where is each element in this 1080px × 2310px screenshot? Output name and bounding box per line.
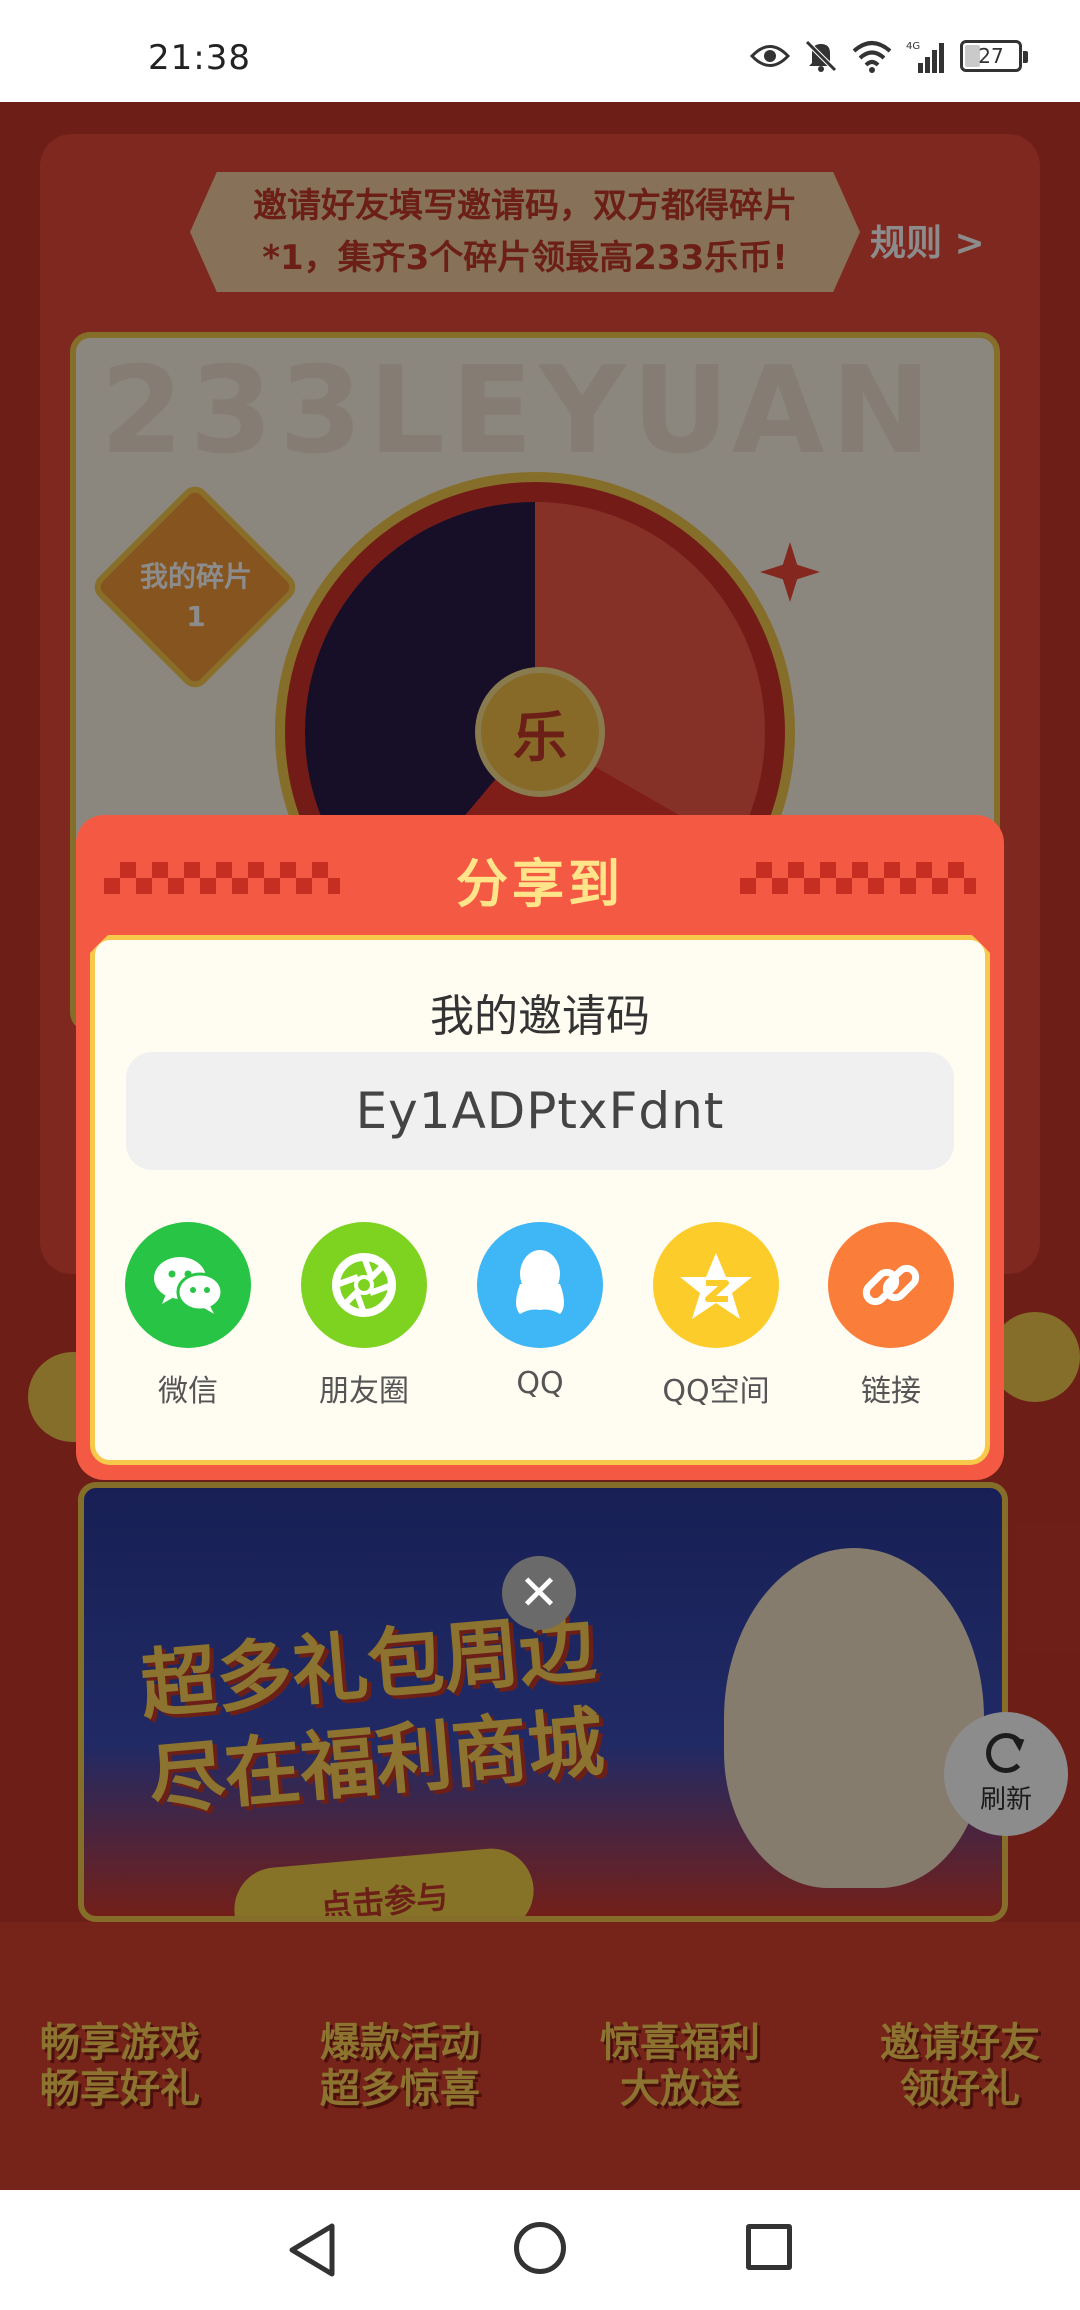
back-icon[interactable] — [286, 2222, 338, 2278]
status-time: 21:38 — [148, 38, 251, 78]
share-label: 朋友圈 — [319, 1374, 409, 1409]
status-bar: 21:38 4G 27 — [0, 0, 1080, 102]
eye-icon — [750, 45, 790, 67]
share-label: QQ — [516, 1366, 564, 1401]
share-label: 微信 — [158, 1374, 218, 1409]
share-qzone-button[interactable]: QQ空间 — [641, 1222, 791, 1410]
share-link-button[interactable]: 链接 — [816, 1222, 966, 1410]
dialog-title: 分享到 — [455, 855, 624, 915]
recents-icon[interactable] — [746, 2224, 792, 2270]
close-icon: ✕ — [518, 1565, 560, 1621]
invite-code-field[interactable]: Ey1ADPtxFdnt — [126, 1052, 954, 1170]
signal-4g-icon: 4G — [906, 41, 944, 73]
share-label: 链接 — [861, 1374, 921, 1409]
share-qq-button[interactable]: QQ — [465, 1222, 615, 1401]
qq-icon — [477, 1222, 603, 1348]
wechat-icon — [125, 1222, 251, 1348]
home-icon[interactable] — [514, 2222, 566, 2274]
status-icons: 4G 27 — [750, 38, 1028, 74]
share-wechat-button[interactable]: 微信 — [113, 1222, 263, 1410]
wifi-icon — [852, 41, 892, 73]
svg-text:4G: 4G — [906, 41, 920, 52]
bell-off-icon — [805, 40, 837, 72]
close-button[interactable]: ✕ — [502, 1556, 576, 1630]
dialog-pattern-left — [104, 862, 340, 894]
battery-icon: 27 — [960, 40, 1028, 72]
link-icon — [828, 1222, 954, 1348]
share-label: QQ空间 — [662, 1374, 770, 1409]
dialog-pattern-right — [740, 862, 976, 894]
qzone-icon — [653, 1222, 779, 1348]
battery-level: 27 — [978, 44, 1004, 68]
share-moments-button[interactable]: 朋友圈 — [289, 1222, 439, 1410]
moments-icon — [301, 1222, 427, 1348]
invite-code-label: 我的邀请码 — [430, 991, 650, 1042]
